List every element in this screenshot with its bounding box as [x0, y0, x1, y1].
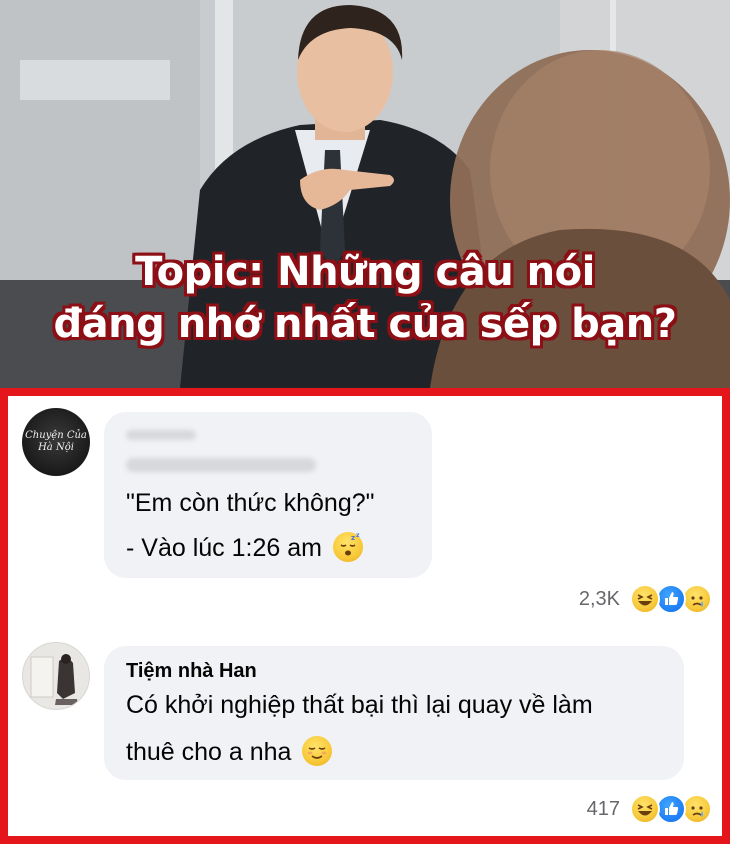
comment-bubble[interactable]: Tiệm nhà Han Có khởi nghiệp thất bại thì… [104, 646, 684, 780]
comment-text-line1: "Em còn thức không?" [126, 489, 375, 517]
reaction-count: 417 [586, 797, 620, 820]
sad-icon [682, 584, 712, 614]
blurred-badge [126, 430, 196, 440]
commenter-avatar[interactable]: Chuyện Của Hà Nội [22, 408, 90, 476]
topic-banner: Topic: Những câu nói đáng nhớ nhất của s… [0, 0, 730, 388]
reaction-summary[interactable]: 2,3K [579, 584, 712, 614]
svg-text:z: z [356, 532, 360, 539]
comments-panel: Chuyện Của Hà Nội "Em còn thức không?" -… [8, 396, 722, 836]
avatar-photo [30, 654, 78, 705]
comment-text-line2-text: - Vào lúc 1:26 am [126, 534, 322, 562]
reaction-summary[interactable]: 417 [587, 794, 712, 824]
comment-text-line2-text: thuê cho a nha [126, 738, 292, 766]
reaction-count: 2,3K [578, 587, 620, 610]
sad-icon [682, 794, 712, 824]
blurred-author-name [126, 458, 316, 472]
comments-frame: Chuyện Của Hà Nội "Em còn thức không?" -… [0, 388, 730, 844]
comment-author[interactable]: Tiệm nhà Han [126, 660, 257, 683]
comment-text-line2: thuê cho a nha [126, 736, 333, 767]
topic-title-line1: Topic: Những câu nói [135, 249, 595, 295]
topic-title: Topic: Những câu nói đáng nhớ nhất của s… [0, 246, 730, 350]
haha-icon [630, 794, 660, 824]
commenter-avatar[interactable] [22, 642, 90, 710]
sleeping-face-icon: z z [332, 532, 363, 562]
svg-text:z: z [351, 534, 355, 542]
like-icon [656, 584, 686, 614]
haha-icon [630, 584, 660, 614]
comment-bubble[interactable]: "Em còn thức không?" - Vào lúc 1:26 am z… [104, 412, 432, 578]
avatar-logo: Chuyện Của Hà Nội [25, 430, 87, 453]
comment-text-line2: - Vào lúc 1:26 am z z [126, 532, 363, 563]
comment-text-line1: Có khởi nghiệp thất bại thì lại quay về … [126, 691, 593, 719]
relieved-face-icon [302, 736, 333, 766]
topic-title-line2: đáng nhớ nhất của sếp bạn? [53, 301, 677, 347]
like-icon [656, 794, 686, 824]
